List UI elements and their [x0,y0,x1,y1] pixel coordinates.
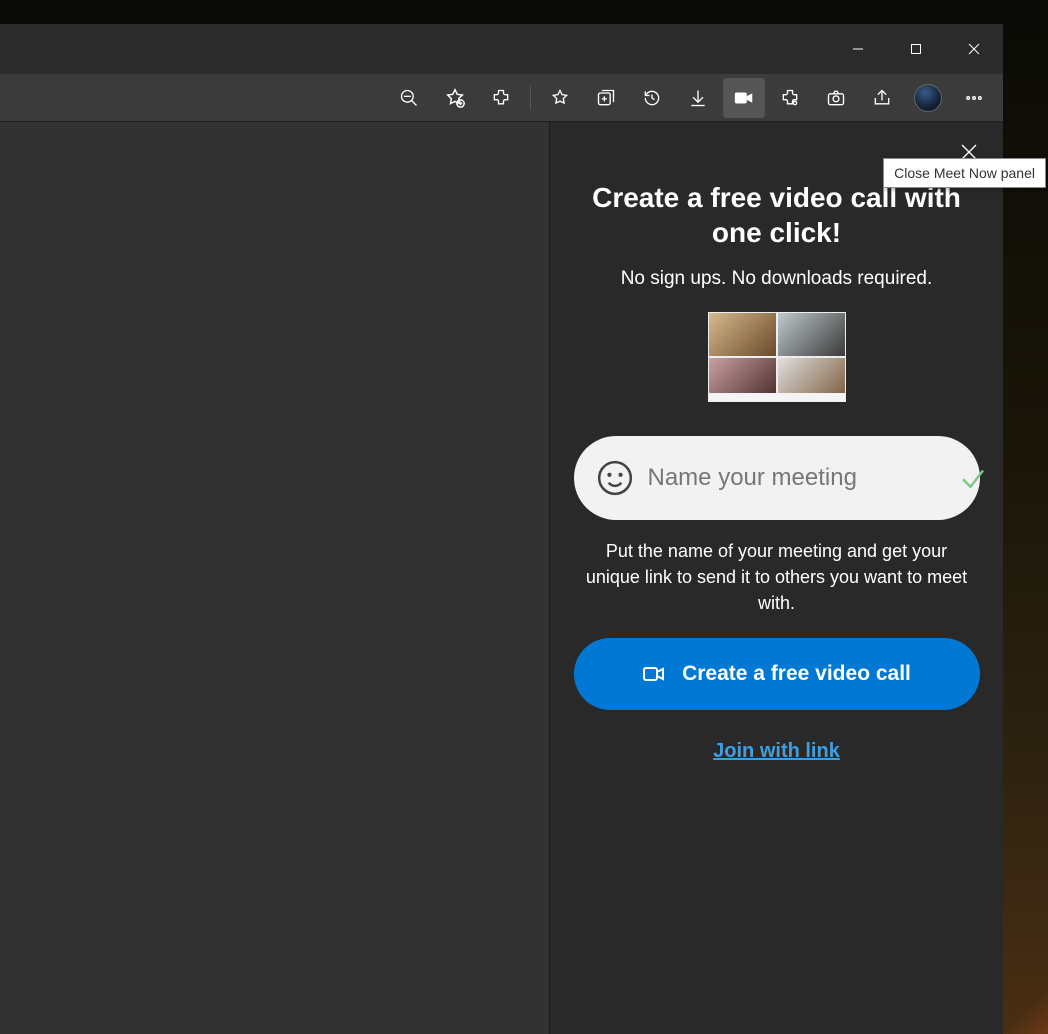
window-close-button[interactable] [945,24,1003,74]
smiley-icon [596,459,634,497]
history-icon[interactable] [631,78,673,118]
toolbar-separator [530,86,531,110]
window-titlebar [0,24,1003,74]
checkmark-icon [958,463,988,493]
profile-avatar [914,84,942,112]
meeting-name-field[interactable] [574,436,980,520]
favorites-icon[interactable] [539,78,581,118]
zoom-out-icon[interactable] [388,78,430,118]
performance-icon[interactable] [769,78,811,118]
create-call-button[interactable]: Create a free video call [574,638,980,710]
meet-now-button[interactable] [723,78,765,118]
create-call-label: Create a free video call [682,662,911,686]
share-icon[interactable] [861,78,903,118]
add-favorite-icon[interactable] [434,78,476,118]
window-minimize-button[interactable] [829,24,887,74]
extensions-icon[interactable] [480,78,522,118]
panel-hint: Put the name of your meeting and get you… [574,538,979,616]
meeting-name-input[interactable] [634,464,958,492]
meet-now-panel: Create a free video call with one click!… [549,122,1003,1034]
close-panel-tooltip: Close Meet Now panel [883,158,1046,188]
illustration-thumbnail [708,312,846,402]
webpage-area[interactable] [0,122,549,1034]
profile-button[interactable] [907,78,949,118]
browser-toolbar [0,74,1003,122]
window-maximize-button[interactable] [887,24,945,74]
browser-window: Create a free video call with one click!… [0,24,1003,1034]
screenshot-icon[interactable] [815,78,857,118]
content-area: Create a free video call with one click!… [0,122,1003,1034]
collections-icon[interactable] [585,78,627,118]
more-icon[interactable] [953,78,995,118]
downloads-icon[interactable] [677,78,719,118]
panel-title: Create a free video call with one click! [586,180,967,250]
panel-subtitle: No sign ups. No downloads required. [621,268,933,290]
join-with-link[interactable]: Join with link [713,740,840,763]
